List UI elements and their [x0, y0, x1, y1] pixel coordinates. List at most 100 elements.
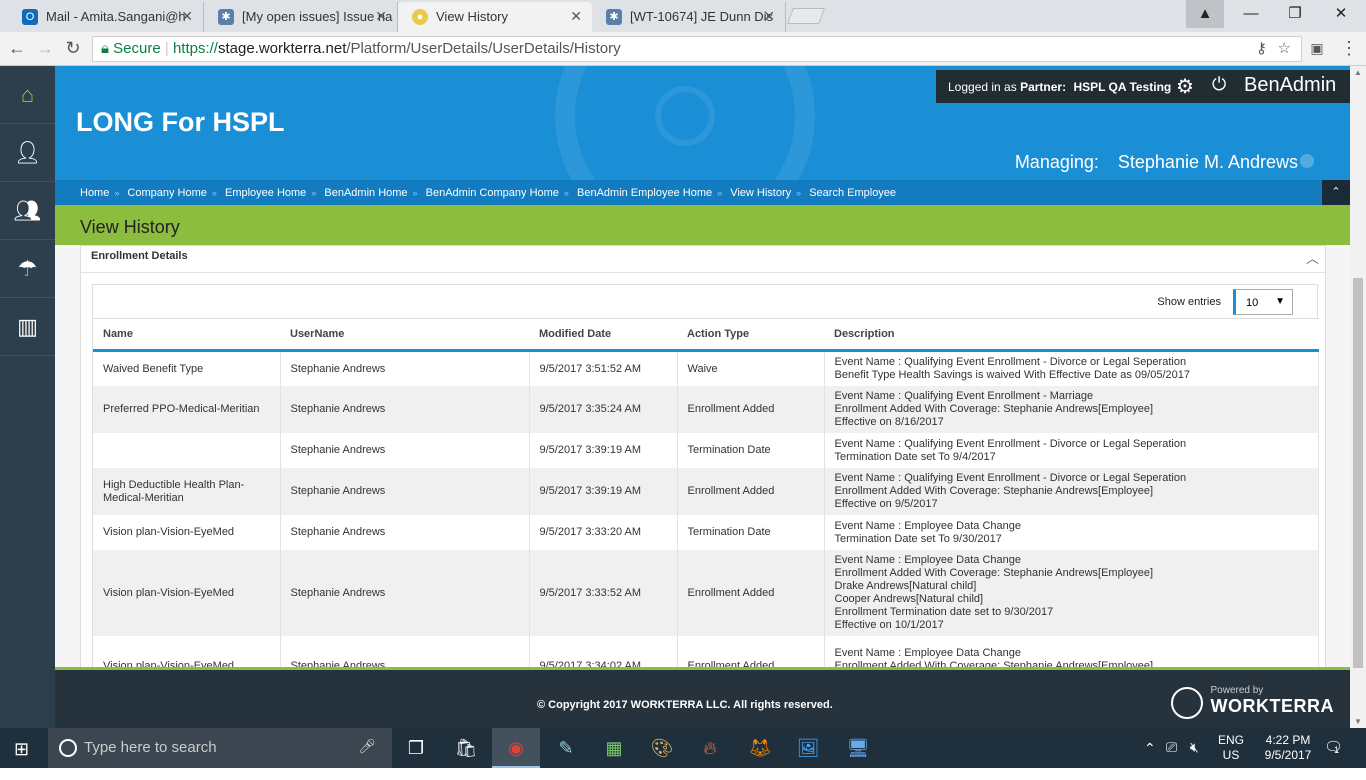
cell-description: Event Name : Qualifying Event Enrollment… [824, 468, 1319, 515]
remote-desktop-icon[interactable]: 🖥︎ [834, 728, 882, 768]
notification-icon[interactable]: 🗨︎ 1 [1324, 738, 1343, 778]
breadcrumb-employee-home[interactable]: Employee Home [225, 187, 306, 199]
cell-username: Stephanie Andrews [280, 386, 530, 433]
microphone-icon[interactable]: 🎤︎ [358, 738, 376, 755]
cell-action-type: Enrollment Added [677, 386, 825, 433]
browser-tab-view-history[interactable]: ● View History ✕ [398, 2, 592, 32]
paint-icon[interactable]: 🎨︎ [638, 728, 686, 768]
description-line: Event Name : Employee Data Change [834, 554, 1022, 566]
breadcrumb-search-employee[interactable]: Search Employee [809, 187, 896, 199]
header-decoration [655, 86, 715, 146]
entries-select[interactable]: 10 ▼ [1233, 289, 1293, 315]
info-icon[interactable] [1300, 154, 1314, 168]
description-line: Enrollment Added With Coverage: Stephani… [834, 485, 1154, 497]
scroll-down-arrow-icon[interactable]: ▼ [1350, 717, 1366, 726]
lock-icon: 🔒︎ [101, 40, 109, 57]
reload-button[interactable]: ↻ [62, 38, 84, 59]
bookmark-star-icon[interactable]: ☆ [1278, 37, 1291, 61]
menu-icon[interactable]: ⋮ [1338, 38, 1360, 59]
cell-action-type: Termination Date [677, 515, 825, 550]
dropdown-caret-icon: ▼ [1275, 296, 1285, 307]
store-icon[interactable]: 🛍︎ [442, 728, 490, 768]
browser-tab-issues[interactable]: ✱ [My open issues] Issue na ✕ [204, 2, 398, 32]
cell-name: Preferred PPO-Medical-Meritian [93, 386, 281, 433]
close-icon[interactable]: ✕ [763, 8, 775, 25]
restore-button[interactable]: ❐ [1272, 0, 1318, 28]
notepad-icon[interactable]: ✎ [542, 728, 590, 768]
scroll-up-arrow-icon[interactable]: ▲ [1350, 68, 1366, 77]
home-icon[interactable]: ⌂ [0, 66, 55, 124]
cell-modified-date: 9/5/2017 3:34:02 AM [529, 636, 678, 667]
table-row: Vision plan-Vision-EyeMed Stephanie Andre… [93, 636, 1319, 667]
new-tab-button[interactable] [787, 8, 825, 24]
language-indicator[interactable]: ENG US [1218, 733, 1244, 773]
network-icon[interactable]: ⎚ [1166, 739, 1177, 779]
panel-title: Enrollment Details [81, 246, 1325, 273]
left-sidebar: ⌂ 👤︎ 👥︎ ☂ ▥ [0, 66, 55, 728]
column-header-username[interactable]: UserName [280, 318, 529, 352]
breadcrumb-view-history[interactable]: View History [730, 187, 791, 199]
managing-info: Managing: Stephanie M. Andrews [1015, 152, 1298, 173]
profile-icon[interactable]: ▲ [1186, 0, 1224, 28]
close-icon[interactable]: ✕ [375, 8, 387, 25]
group-icon[interactable]: 👥︎ [0, 182, 55, 240]
flame-app-icon[interactable]: 🔥︎ [686, 728, 734, 768]
firefox-icon[interactable]: 🦊︎ [736, 728, 784, 768]
extension-icon[interactable]: ▣ [1306, 40, 1328, 57]
breadcrumb: Home» Company Home» Employee Home» BenAd… [55, 180, 1350, 205]
volume-icon[interactable]: 🔇︎ [1190, 739, 1199, 779]
tab-title: Mail - Amita.Sangani@h [46, 9, 186, 24]
breadcrumb-benadmin-employee-home[interactable]: BenAdmin Employee Home [577, 187, 712, 199]
cell-action-type: Waive [677, 350, 825, 386]
cortana-icon [59, 739, 77, 757]
taskbar-search[interactable]: Type here to search 🎤︎ [48, 728, 392, 768]
description-line: Effective on 9/5/2017 [834, 498, 938, 510]
column-header-action-type[interactable]: Action Type [677, 318, 824, 352]
page-title: View History [80, 217, 180, 237]
tray-chevron-icon[interactable]: ⌃ [1144, 740, 1156, 780]
column-header-description[interactable]: Description [824, 318, 1319, 352]
browser-tab-mail[interactable]: O Mail - Amita.Sangani@h ✕ [8, 2, 204, 32]
collapse-chevron-icon[interactable]: ︿ [1306, 248, 1319, 267]
windows-start-icon[interactable]: ⊞ [14, 739, 29, 760]
column-header-modified-date[interactable]: Modified Date [529, 318, 677, 352]
scrollbar-thumb[interactable] [1353, 278, 1363, 668]
cell-username: Stephanie Andrews [280, 433, 530, 468]
task-view-icon[interactable]: ❐ [392, 728, 440, 768]
description-line: Enrollment Added With Coverage: Stephani… [834, 659, 1154, 668]
reports-icon[interactable]: ▥ [0, 298, 55, 356]
description-line: Event Name : Employee Data Change [834, 519, 1022, 532]
logged-in-text: Logged in as Partner: HSPL QA Testing [948, 80, 1171, 94]
gear-icon[interactable]: ⚙ [1176, 74, 1194, 99]
window-close-button[interactable]: ✕ [1318, 0, 1364, 28]
benefits-icon[interactable]: ☂ [0, 240, 55, 298]
photos-icon[interactable]: 🖼︎ [784, 728, 832, 768]
cell-description: Event Name : Qualifying Event Enrollment… [824, 386, 1319, 433]
table-row: High Deductible Health Plan-Medical-Meri… [93, 468, 1319, 515]
url-field[interactable]: 🔒︎ Secure | https://stage.workterra.net/… [92, 36, 1302, 62]
description-line: Termination Date set To 9/30/2017 [834, 532, 1002, 545]
chrome-icon[interactable]: ◉ [492, 728, 540, 768]
chevron-up-icon[interactable]: ⌃ [1322, 180, 1350, 205]
close-icon[interactable]: ✕ [181, 8, 193, 25]
cell-username: Stephanie Andrews [280, 350, 530, 386]
back-button[interactable]: ← [6, 38, 28, 59]
power-icon[interactable]: ⏻ [1212, 74, 1226, 95]
browser-tab-wt[interactable]: ✱ [WT-10674] JE Dunn Dis ✕ [592, 2, 786, 32]
page-scrollbar[interactable]: ▲ ▼ [1350, 66, 1366, 728]
spreadsheet-icon[interactable]: ▦ [590, 728, 638, 768]
minimize-button[interactable]: — [1228, 0, 1274, 28]
breadcrumb-home[interactable]: Home [80, 187, 109, 199]
breadcrumb-benadmin-home[interactable]: BenAdmin Home [324, 187, 407, 199]
close-icon[interactable]: ✕ [570, 8, 582, 25]
region-code: US [1222, 748, 1240, 762]
breadcrumb-benadmin-company-home[interactable]: BenAdmin Company Home [426, 187, 559, 199]
cell-username: Stephanie Andrews [280, 550, 530, 636]
breadcrumb-company-home[interactable]: Company Home [127, 187, 206, 199]
column-header-name[interactable]: Name [93, 318, 280, 352]
employee-icon[interactable]: 👤︎ [0, 124, 55, 182]
cell-description: Event Name : Employee Data Change Enrollm… [824, 636, 1319, 667]
forward-button[interactable]: → [34, 38, 56, 59]
clock[interactable]: 4:22 PM 9/5/2017 [1256, 733, 1320, 773]
key-icon[interactable]: ⚷ [1256, 37, 1267, 61]
